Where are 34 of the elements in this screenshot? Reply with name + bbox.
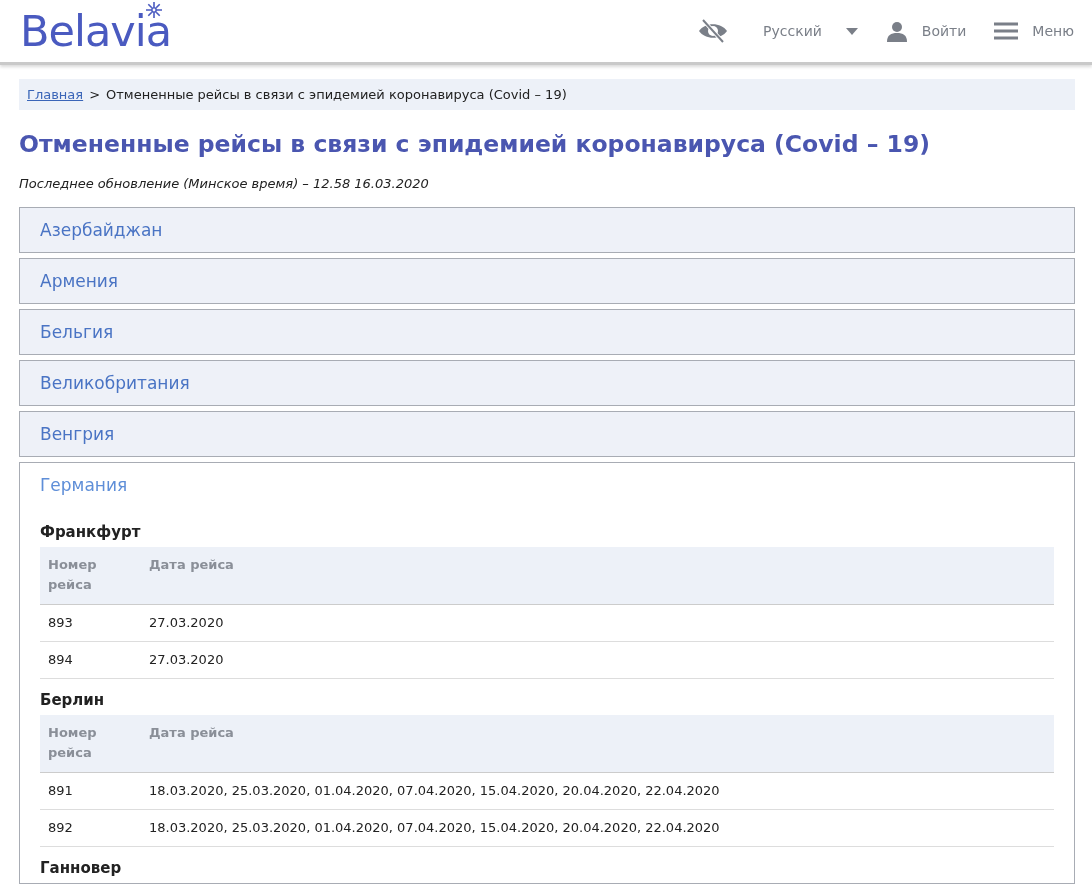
home-link[interactable]: Главная: [27, 87, 84, 102]
hidden-eye-icon[interactable]: [697, 18, 730, 44]
country-toggle[interactable]: Азербайджан: [20, 208, 1074, 252]
page-title: Отмененные рейсы в связи с эпидемией коронавируса (Covid – 19): [19, 130, 931, 158]
table-cell: 892: [40, 809, 141, 847]
country-toggle[interactable]: Венгрия: [20, 412, 1074, 456]
column-header: Номер рейса: [40, 715, 141, 773]
city-heading: Берлин: [40, 691, 106, 709]
column-header: Дата рейса: [141, 715, 1054, 773]
city-heading: Франкфурт: [40, 523, 142, 541]
caret-icon[interactable]: [845, 27, 858, 35]
menu-icon: [994, 22, 1019, 40]
update-time: Последнее обновление (Минское время) – 12.58 16.03.2020: [19, 176, 430, 191]
table-cell: 18.03.2020, 25.03.2020, 01.04.2020, 07.04.2020, 15.04.2020, 20.04.2020, 22.04.2020: [141, 809, 1054, 847]
language-selector[interactable]: Русский: [763, 23, 822, 39]
menu-button[interactable]: Меню: [994, 22, 1074, 40]
table-cell: 893: [40, 604, 141, 642]
country-toggle[interactable]: Германия: [20, 463, 1074, 507]
logo[interactable]: Belavia: [20, 1, 171, 53]
city-heading: Ганновер: [40, 859, 123, 877]
column-header: Дата рейса: [141, 547, 1054, 605]
country-toggle[interactable]: Армения: [20, 259, 1074, 303]
breadcrumb-separator: >: [89, 87, 101, 102]
table-cell: 27.03.2020: [141, 604, 1054, 642]
user-icon: [885, 20, 908, 42]
table-cell: 27.03.2020: [141, 641, 1054, 679]
breadcrumb-current: Отмененные рейсы в связи с эпидемией коронавируса (Covid – 19): [106, 87, 567, 102]
login-button[interactable]: Войти: [885, 20, 967, 42]
table-cell: 18.03.2020, 25.03.2020, 01.04.2020, 07.04.2020, 15.04.2020, 20.04.2020, 22.04.2020: [141, 772, 1054, 810]
table-cell: 891: [40, 772, 141, 810]
table-cell: 894: [40, 641, 141, 679]
country-toggle[interactable]: Великобритания: [20, 361, 1074, 405]
country-toggle[interactable]: Бельгия: [20, 310, 1074, 354]
column-header: Номер рейса: [40, 547, 141, 605]
